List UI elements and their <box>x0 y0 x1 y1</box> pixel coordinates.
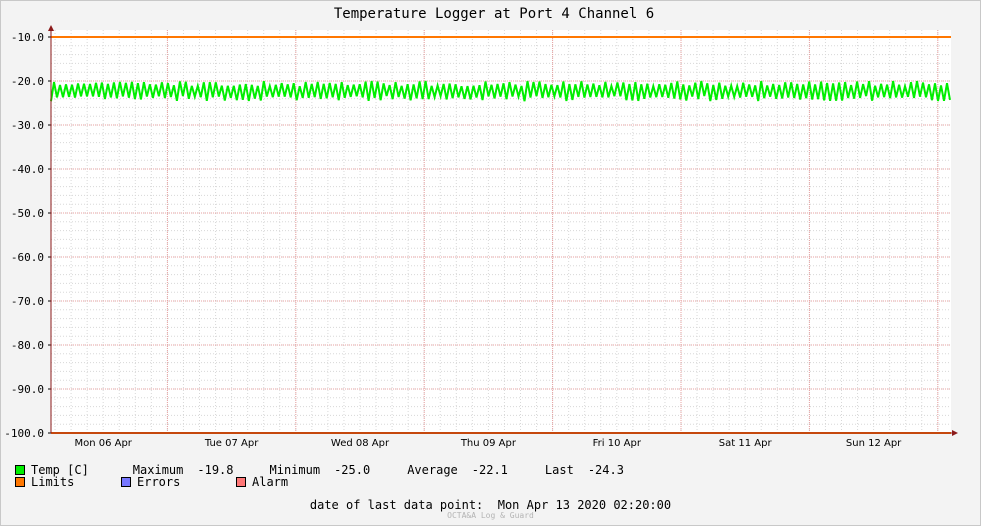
y-tick-label: -70.0 <box>11 295 44 308</box>
x-axis-arrow-icon <box>952 430 958 436</box>
x-tick-label: Fri 10 Apr <box>593 438 642 449</box>
minimum-value: -25.0 <box>334 463 371 477</box>
y-axis-arrow-icon <box>48 25 54 31</box>
alarm-legend-label: Alarm <box>252 475 289 489</box>
y-tick-label: -90.0 <box>11 383 44 396</box>
y-tick-label: -50.0 <box>11 207 44 220</box>
temp-swatch-icon <box>15 465 25 475</box>
average-value: -22.1 <box>471 463 508 477</box>
y-tick-label: -30.0 <box>11 119 44 132</box>
errors-swatch-icon <box>121 477 131 487</box>
y-tick-label: -10.0 <box>11 31 44 44</box>
y-tick-label: -100.0 <box>4 427 44 440</box>
last-data-point-label: date of last data point: <box>309 498 484 512</box>
y-tick-label: -20.0 <box>11 75 44 88</box>
legend-row-status: Limits Errors Alarm <box>15 475 288 489</box>
x-tick-label: Sat 11 Apr <box>719 438 773 449</box>
chart-title: Temperature Logger at Port 4 Channel 6 <box>334 6 654 22</box>
alarm-swatch-icon <box>236 477 246 487</box>
watermark: OCTA&A Log & Guard <box>447 511 534 520</box>
limits-swatch-icon <box>15 477 25 487</box>
x-tick-label: Tue 07 Apr <box>204 438 259 449</box>
limits-legend-label: Limits <box>31 475 75 489</box>
y-tick-label: -40.0 <box>11 163 44 176</box>
last-value: -24.3 <box>587 463 624 477</box>
last-data-point-value: Mon Apr 13 2020 02:20:00 <box>497 498 672 512</box>
temperature-chart: -10.0 -20.0 -30.0 -40.0 -50.0 -60.0 -70.0 -80.0… <box>4 6 958 449</box>
errors-legend-label: Errors <box>137 475 181 489</box>
x-tick-label: Sun 12 Apr <box>846 438 902 449</box>
x-tick-label: Wed 08 Apr <box>331 438 390 449</box>
x-tick-label: Mon 06 Apr <box>74 438 132 449</box>
last-label: Last <box>544 463 574 477</box>
x-tick-label: Thu 09 Apr <box>460 438 517 449</box>
y-tick-label: -80.0 <box>11 339 44 352</box>
average-label: Average <box>407 463 458 477</box>
y-tick-label: -60.0 <box>11 251 44 264</box>
last-data-point-footer: date of last data point: Mon Apr 13 2020… <box>0 498 981 512</box>
